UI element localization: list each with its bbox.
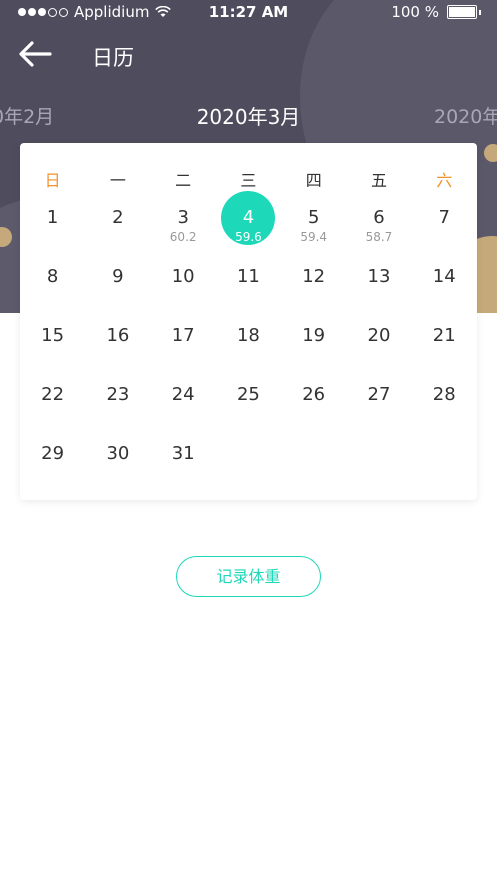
calendar-day[interactable]: 14 <box>412 250 477 309</box>
calendar-day[interactable]: 29 <box>20 427 85 486</box>
day-number: 10 <box>171 266 195 287</box>
calendar-day[interactable]: 21 <box>412 309 477 368</box>
day-weight: 60.2 <box>169 230 197 244</box>
calendar-day[interactable]: 24 <box>151 368 216 427</box>
day-number: 25 <box>236 384 260 405</box>
day-number: 3 <box>177 207 189 228</box>
day-weight: 58.7 <box>365 230 393 244</box>
day-number: 7 <box>438 207 450 228</box>
calendar-card: 日 一 二 三 四 五 六 1 2 3 60.2 4 59.6 5 59.4 6 58.… <box>20 143 477 500</box>
day-weight: 59.6 <box>235 230 262 244</box>
day-number: 22 <box>41 384 65 405</box>
weekday-label: 一 <box>109 171 126 190</box>
day-number: 26 <box>302 384 326 405</box>
calendar-day[interactable]: 15 <box>20 309 85 368</box>
status-right: 100 % <box>391 3 481 21</box>
calendar-day[interactable]: 2 <box>85 191 150 250</box>
next-month[interactable]: 2020年 <box>434 102 497 129</box>
month-selector: 0年2月 2020年3月 2020年 <box>0 100 497 130</box>
calendar-day[interactable]: 6 58.7 <box>346 191 411 250</box>
day-number: 12 <box>302 266 326 287</box>
calendar-grid: 1 2 3 60.2 4 59.6 5 59.4 6 58.7 7 8 9 10 11 … <box>20 191 477 486</box>
calendar-day[interactable]: 8 <box>20 250 85 309</box>
weekday-label: 六 <box>436 171 453 190</box>
nav-bar: 日历 <box>0 30 497 80</box>
calendar-day[interactable]: 25 <box>216 368 281 427</box>
weekday-label: 二 <box>175 171 192 190</box>
day-number: 5 <box>307 207 320 228</box>
weekday-label: 日 <box>44 171 61 190</box>
weekday-label: 四 <box>305 171 322 190</box>
day-number: 6 <box>373 207 385 228</box>
calendar-day[interactable]: 9 <box>85 250 150 309</box>
day-number: 28 <box>432 384 456 405</box>
calendar-week: 8 9 10 11 12 13 14 <box>20 250 477 309</box>
day-weight: 59.4 <box>300 230 328 244</box>
day-number: 4 <box>242 207 255 228</box>
day-number: 31 <box>171 443 195 464</box>
day-number: 14 <box>432 266 456 287</box>
calendar-day[interactable]: 26 <box>281 368 346 427</box>
day-number: 29 <box>41 443 65 464</box>
arrow-left-icon <box>19 41 52 67</box>
decorative-circle <box>484 144 497 162</box>
day-number: 27 <box>367 384 391 405</box>
battery-icon <box>447 5 477 19</box>
calendar-day[interactable]: 18 <box>216 309 281 368</box>
calendar-week: 15 16 17 18 19 20 21 <box>20 309 477 368</box>
calendar-day[interactable]: 11 <box>216 250 281 309</box>
day-number: 16 <box>106 325 130 346</box>
battery-percent: 100 % <box>391 3 439 21</box>
calendar-day-selected[interactable]: 4 59.6 <box>216 191 281 250</box>
calendar-day[interactable]: 27 <box>346 368 411 427</box>
calendar-week: 29 30 31 <box>20 427 477 486</box>
record-weight-button[interactable]: 记录体重 <box>176 556 321 597</box>
day-number: 21 <box>432 325 456 346</box>
day-number: 13 <box>367 266 391 287</box>
calendar-day[interactable]: 30 <box>85 427 150 486</box>
day-number: 30 <box>106 443 130 464</box>
day-number: 24 <box>171 384 195 405</box>
calendar-day[interactable]: 31 <box>151 427 216 486</box>
calendar-day[interactable]: 20 <box>346 309 411 368</box>
calendar-day[interactable]: 12 <box>281 250 346 309</box>
weekday-label: 五 <box>370 171 387 190</box>
calendar-day[interactable]: 5 59.4 <box>281 191 346 250</box>
calendar-day[interactable]: 3 60.2 <box>151 191 216 250</box>
calendar-day[interactable]: 1 <box>20 191 85 250</box>
back-button[interactable] <box>18 40 58 70</box>
weekday-header: 日 一 二 三 四 五 六 <box>20 167 477 191</box>
calendar-day[interactable]: 13 <box>346 250 411 309</box>
calendar-day[interactable]: 28 <box>412 368 477 427</box>
day-number: 23 <box>106 384 130 405</box>
day-number: 9 <box>112 266 124 287</box>
calendar-day[interactable]: 16 <box>85 309 150 368</box>
calendar-week: 22 23 24 25 26 27 28 <box>20 368 477 427</box>
day-number: 2 <box>112 207 124 228</box>
day-number: 11 <box>236 266 260 287</box>
day-number: 20 <box>367 325 391 346</box>
day-number: 15 <box>41 325 65 346</box>
battery-tip <box>479 9 481 15</box>
day-number: 18 <box>236 325 260 346</box>
day-number: 17 <box>171 325 195 346</box>
calendar-day[interactable]: 17 <box>151 309 216 368</box>
calendar-day[interactable]: 22 <box>20 368 85 427</box>
current-month: 2020年3月 <box>196 105 301 129</box>
weekday-label: 三 <box>240 171 257 190</box>
calendar-day[interactable]: 23 <box>85 368 150 427</box>
day-number: 19 <box>302 325 326 346</box>
calendar-day[interactable]: 7 <box>412 191 477 250</box>
day-number: 1 <box>46 207 59 228</box>
status-bar: Applidium 11:27 AM 100 % <box>0 0 497 24</box>
calendar-day[interactable]: 19 <box>281 309 346 368</box>
calendar-day[interactable]: 10 <box>151 250 216 309</box>
calendar-week: 1 2 3 60.2 4 59.6 5 59.4 6 58.7 7 <box>20 191 477 250</box>
day-number: 8 <box>46 266 59 287</box>
page-title: 日历 <box>92 46 134 70</box>
